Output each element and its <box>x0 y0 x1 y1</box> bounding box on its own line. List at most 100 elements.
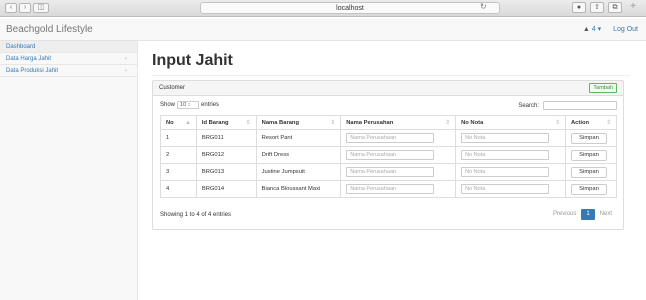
previous-page-button[interactable]: Previous <box>548 209 581 220</box>
cell-nama-perusahan: Nama Perusahaan <box>340 129 457 147</box>
browser-tools: ● ⇧ ⧉ + <box>572 2 640 13</box>
share-icon[interactable]: ⇧ <box>590 2 604 13</box>
cell-nama-barang: Resort Pant <box>255 129 342 147</box>
save-button[interactable]: Simpan <box>571 166 607 178</box>
next-page-button[interactable]: Next <box>595 209 617 220</box>
cell-no-nota: No Nota <box>455 180 566 198</box>
show-label: Show <box>160 102 176 108</box>
cell-nama-perusahan: Nama Perusahaan <box>340 163 457 181</box>
app-navbar: Beachgold Lifestyle ▲ 4 ▾ Log Out <box>0 19 646 41</box>
sidebar-icon[interactable]: ◫ <box>33 3 49 13</box>
cell-nama-perusahan: Nama Perusahaan <box>340 146 457 164</box>
search-label: Search: <box>518 102 539 109</box>
cell-nama-barang: Bianca Bloussant Maxi <box>255 180 342 198</box>
cell-id-barang: BRG012 <box>195 146 257 164</box>
sort-asc-icon: ▲ <box>185 119 191 126</box>
notifications-dropdown[interactable]: ▲ 4 ▾ <box>583 25 601 33</box>
address-bar[interactable]: localhost <box>200 2 500 14</box>
page-1-button[interactable]: 1 <box>581 209 595 220</box>
nama-perusahaan-input[interactable]: Nama Perusahaan <box>346 133 435 143</box>
bell-icon: ▲ <box>582 26 590 33</box>
notification-count: 4 <box>591 26 596 33</box>
cell-no-nota: No Nota <box>455 129 566 147</box>
nama-perusahaan-input[interactable]: Nama Perusahaan <box>346 150 435 160</box>
table-row: 1 BRG011 Resort Pant Nama Perusahaan No … <box>160 129 617 147</box>
save-button[interactable]: Simpan <box>571 183 607 195</box>
column-label: Action <box>571 119 590 126</box>
download-icon[interactable]: ● <box>572 2 586 13</box>
chevron-left-icon: ‹ <box>125 56 127 62</box>
add-button[interactable]: Tambah <box>589 83 617 93</box>
forward-icon[interactable]: › <box>19 3 31 13</box>
reload-icon[interactable]: ↻ <box>480 2 487 11</box>
no-nota-input[interactable]: No Nota <box>461 133 550 143</box>
table-info: Showing 1 to 4 of 4 entries <box>160 212 232 218</box>
sort-icon: ⇕ <box>245 119 251 126</box>
brand-title[interactable]: Beachgold Lifestyle <box>6 24 93 35</box>
pagination: Previous 1 Next <box>548 209 617 220</box>
cell-nama-barang: Justine Jumpsuit <box>255 163 342 181</box>
column-label: Nama Perusahan <box>346 119 394 126</box>
column-label: Id Barang <box>201 119 229 126</box>
table-row: 3 BRG013 Justine Jumpsuit Nama Perusahaa… <box>160 163 617 181</box>
sidebar-item-label: Data Produksi Jahit <box>6 68 59 74</box>
customer-panel: Customer Tambah Show 10 ↕ entries Search… <box>152 80 624 230</box>
panel-title: Customer <box>159 85 186 91</box>
cell-no: 2 <box>160 146 197 164</box>
select-arrows-icon: ↕ <box>187 102 191 108</box>
sidebar: Dashboard Data Harga Jahit ‹ Data Produk… <box>0 41 138 300</box>
column-header-nama-perusahan[interactable]: Nama Perusahan ⇕ <box>340 115 457 130</box>
column-header-id-barang[interactable]: Id Barang ⇕ <box>195 115 257 130</box>
data-table: No ▲ Id Barang ⇕ Nama Barang ⇕ Nama Perusah… <box>160 115 617 198</box>
nama-perusahaan-input[interactable]: Nama Perusahaan <box>346 184 435 194</box>
cell-action: Simpan <box>565 146 617 164</box>
sort-icon: ⇕ <box>606 119 611 126</box>
cell-id-barang: BRG014 <box>195 180 257 198</box>
logout-link[interactable]: Log Out <box>613 26 638 33</box>
cell-nama-perusahan: Nama Perusahaan <box>340 180 457 198</box>
cell-no: 3 <box>160 163 197 181</box>
sort-icon: ⇕ <box>445 119 451 126</box>
cell-action: Simpan <box>565 180 617 198</box>
no-nota-input[interactable]: No Nota <box>461 150 550 160</box>
cell-action: Simpan <box>565 129 617 147</box>
save-button[interactable]: Simpan <box>571 132 607 144</box>
column-label: Nama Barang <box>261 119 300 126</box>
table-header-row: No ▲ Id Barang ⇕ Nama Barang ⇕ Nama Perusah… <box>160 115 617 130</box>
column-header-action[interactable]: Action ⇕ <box>565 115 617 130</box>
column-header-nama-barang[interactable]: Nama Barang ⇕ <box>255 115 342 130</box>
column-header-no[interactable]: No ▲ <box>160 115 197 130</box>
new-tab-icon[interactable]: + <box>626 2 640 13</box>
cell-id-barang: BRG013 <box>195 163 257 181</box>
no-nota-input[interactable]: No Nota <box>461 184 550 194</box>
chevron-left-icon: ‹ <box>125 68 127 74</box>
entries-value: 10 <box>180 102 187 108</box>
save-button[interactable]: Simpan <box>571 149 607 161</box>
sidebar-item-dashboard[interactable]: Dashboard <box>0 41 137 53</box>
cell-nama-barang: Drift Dress <box>255 146 342 164</box>
browser-toolbar: ‹ › ◫ localhost ↻ ● ⇧ ⧉ + <box>0 0 646 17</box>
column-header-no-nota[interactable]: No Nota ⇕ <box>455 115 566 130</box>
cell-no: 1 <box>160 129 197 147</box>
back-icon[interactable]: ‹ <box>5 3 17 13</box>
column-label: No <box>166 119 174 126</box>
cell-no-nota: No Nota <box>455 146 566 164</box>
entries-length-control: Show 10 ↕ entries <box>160 101 219 109</box>
sidebar-item-data-produksi-jahit[interactable]: Data Produksi Jahit ‹ <box>0 65 137 77</box>
nama-perusahaan-input[interactable]: Nama Perusahaan <box>346 167 435 177</box>
table-row: 4 BRG014 Bianca Bloussant Maxi Nama Peru… <box>160 180 617 198</box>
table-row: 2 BRG012 Drift Dress Nama Perusahaan No … <box>160 146 617 164</box>
sidebar-item-data-harga-jahit[interactable]: Data Harga Jahit ‹ <box>0 53 137 65</box>
cell-no: 4 <box>160 180 197 198</box>
search-input[interactable] <box>543 101 617 110</box>
sidebar-item-label: Dashboard <box>6 44 36 50</box>
entries-select[interactable]: 10 ↕ <box>177 101 200 109</box>
no-nota-input[interactable]: No Nota <box>461 167 550 177</box>
tabs-icon[interactable]: ⧉ <box>608 2 622 13</box>
cell-action: Simpan <box>565 163 617 181</box>
page-title: Input Jahit <box>152 52 233 69</box>
sort-icon: ⇕ <box>330 119 336 126</box>
column-label: No Nota <box>461 119 484 126</box>
panel-header: Customer Tambah <box>153 81 623 96</box>
caret-down-icon: ▾ <box>597 26 602 33</box>
